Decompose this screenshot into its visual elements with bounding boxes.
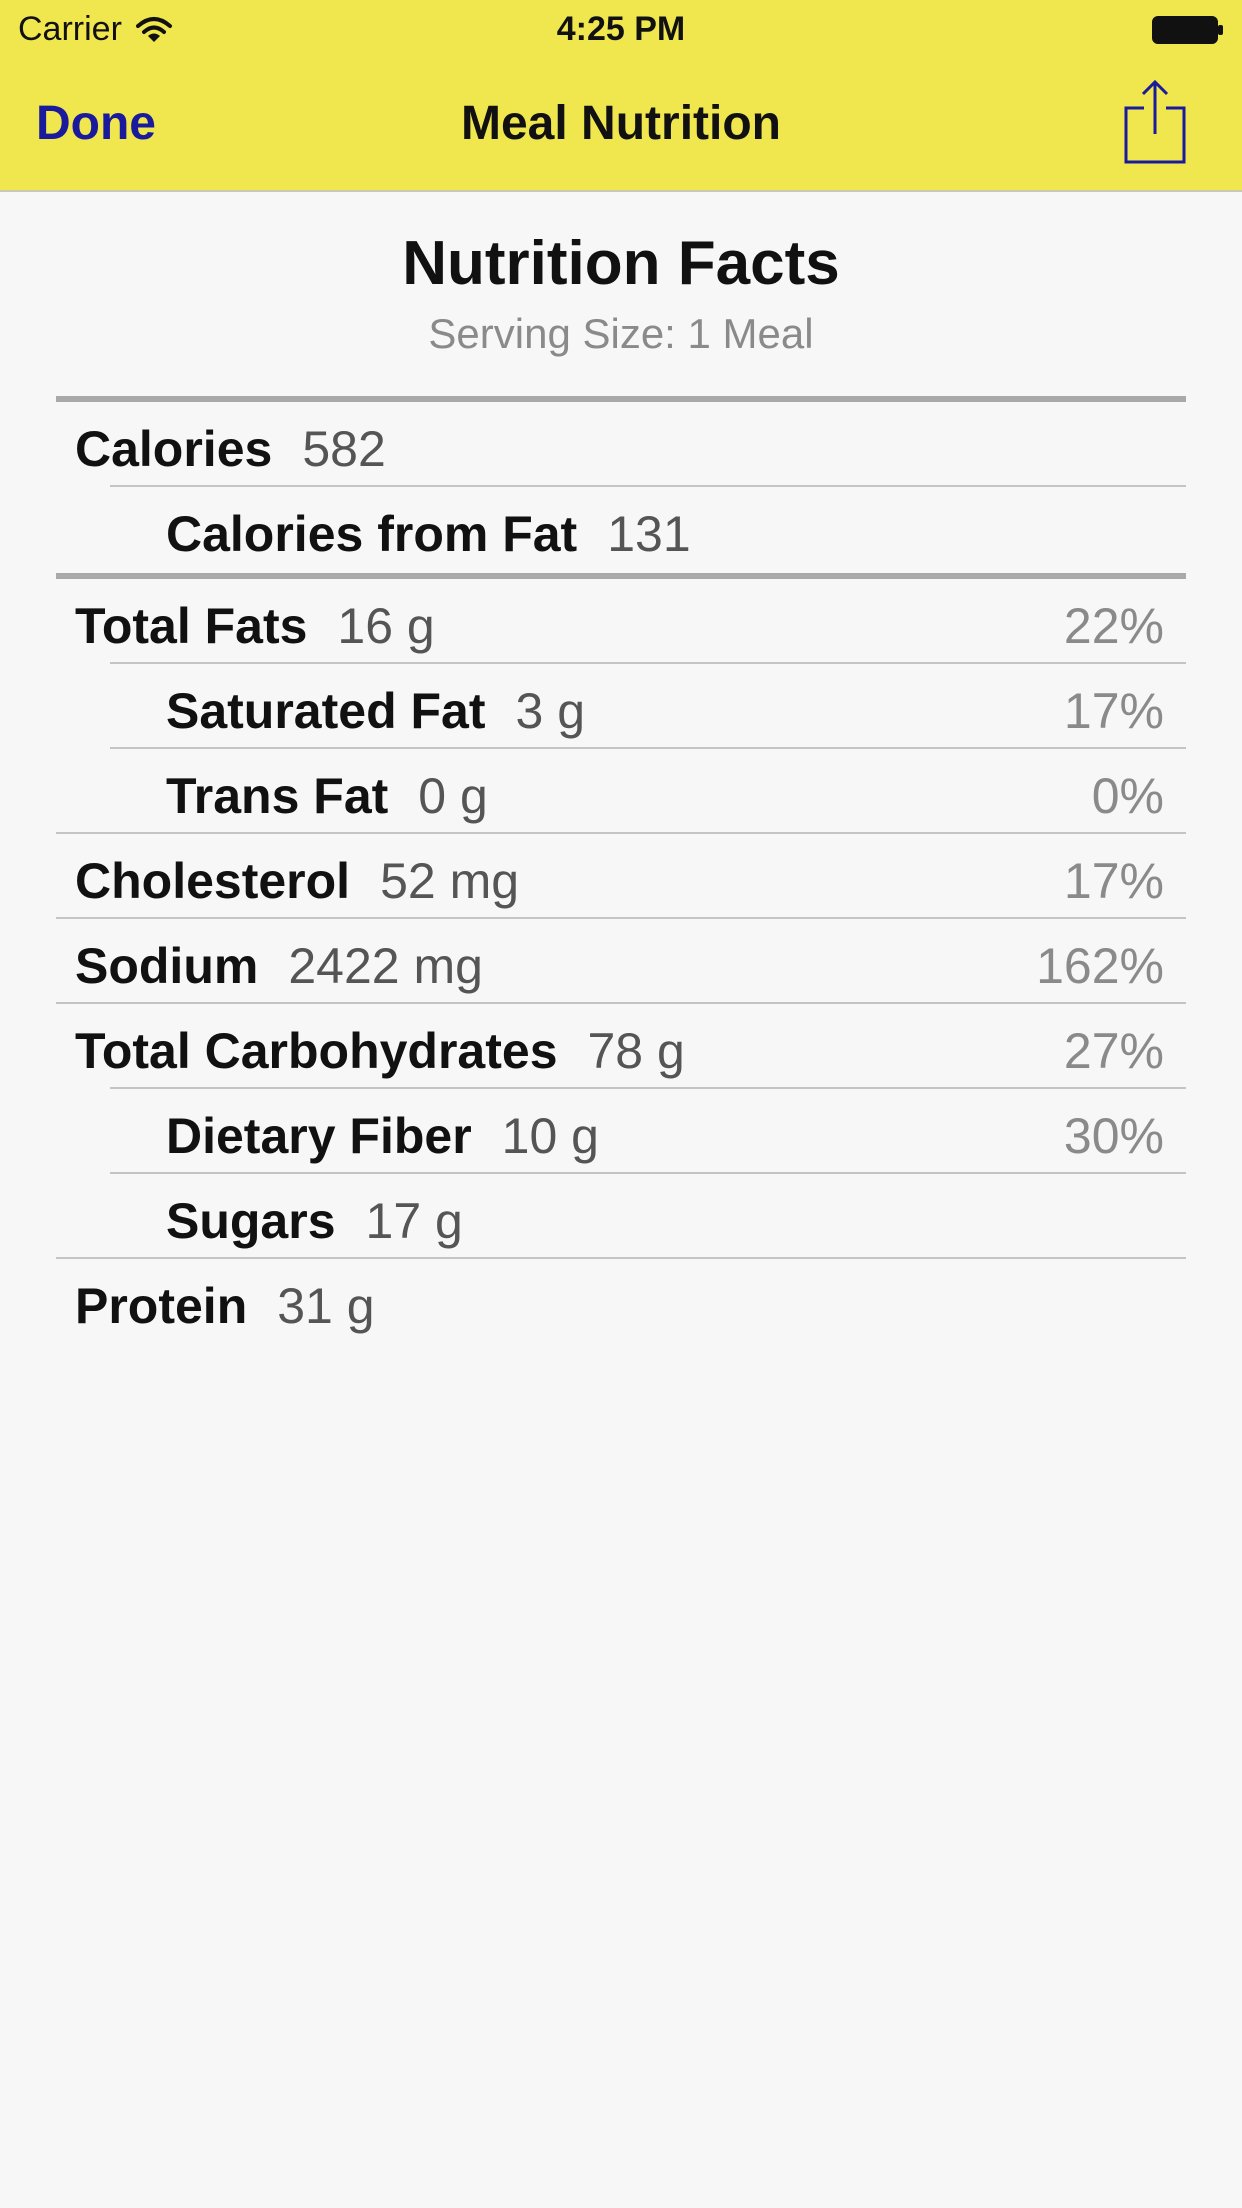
- nutrient-row-sodium: Sodium 2422 mg 162%: [56, 919, 1186, 1004]
- nutrient-name: Calories from Fat 131: [166, 506, 691, 562]
- status-time: 4:25 PM: [556, 10, 686, 48]
- nutrient-name: Calories 582: [75, 421, 386, 477]
- nutrient-amount: 3 g: [515, 683, 586, 739]
- nutrient-row-dietary-fiber: Dietary Fiber 10 g 30%: [56, 1089, 1186, 1174]
- status-bar: Carrier 4:25 PM: [0, 0, 1242, 60]
- nutrient-percent: 30%: [1063, 1108, 1164, 1164]
- nutrient-row-total-carbohydrates: Total Carbohydrates 78 g 27%: [56, 1004, 1186, 1089]
- nutrient-row-protein: Protein 31 g: [56, 1259, 1186, 1344]
- nutrient-percent: 17%: [1063, 853, 1164, 909]
- nutrient-amount: 31 g: [277, 1278, 375, 1334]
- nutrient-percent: 162%: [1036, 938, 1164, 994]
- nutrient-name: Dietary Fiber 10 g: [166, 1108, 599, 1164]
- nutrient-amount: 0 g: [418, 768, 488, 824]
- nutrient-percent: 27%: [1063, 1023, 1164, 1079]
- nutrient-row-cholesterol: Cholesterol 52 mg 17%: [56, 834, 1186, 919]
- nutrient-amount: 2422 mg: [288, 938, 483, 994]
- nutrient-name: Trans Fat 0 g: [166, 768, 488, 824]
- nutrient-row-trans-fat: Trans Fat 0 g 0%: [56, 749, 1186, 834]
- nutrient-name: Sugars 17 g: [166, 1193, 463, 1249]
- nutrient-amount: 582: [302, 421, 386, 477]
- nutrient-amount: 10 g: [501, 1108, 599, 1164]
- share-icon[interactable]: [1124, 78, 1186, 164]
- nutrient-row-calories-from-fat: Calories from Fat 131: [56, 487, 1186, 572]
- serving-size: Serving Size: 1 Meal: [428, 310, 814, 357]
- navigation-bar: Done Meal Nutrition: [0, 60, 1242, 190]
- nutrient-row-calories: Calories 582: [56, 402, 1186, 487]
- nutrient-row-sugars: Sugars 17 g: [56, 1174, 1186, 1259]
- nutrient-percent: 0%: [1091, 768, 1164, 824]
- header: Carrier 4:25 PM Done Meal Nutrition: [0, 0, 1242, 192]
- nav-title: Meal Nutrition: [461, 97, 781, 150]
- nutrient-amount: 52 mg: [380, 853, 520, 909]
- nutrient-amount: 17 g: [365, 1193, 463, 1249]
- nutrient-row-saturated-fat: Saturated Fat 3 g 17%: [56, 664, 1186, 749]
- nutrient-row-total-fats: Total Fats 16 g 22%: [56, 579, 1186, 664]
- nutrient-percent: 22%: [1063, 598, 1164, 654]
- nutrition-facts-title: Nutrition Facts: [402, 229, 840, 298]
- nutrient-name: Total Fats 16 g: [75, 598, 435, 654]
- nutrient-amount: 78 g: [587, 1023, 685, 1079]
- nutrient-amount: 16 g: [337, 598, 435, 654]
- nutrient-name: Sodium 2422 mg: [75, 938, 483, 994]
- battery-icon: [1152, 16, 1223, 44]
- nutrient-name: Total Carbohydrates 78 g: [75, 1023, 685, 1079]
- nutrient-amount: 131: [607, 506, 691, 562]
- nutrient-name: Cholesterol 52 mg: [75, 853, 520, 909]
- nutrient-name: Saturated Fat 3 g: [166, 683, 586, 739]
- nutrient-name: Protein 31 g: [75, 1278, 375, 1334]
- nutrient-percent: 17%: [1063, 683, 1164, 739]
